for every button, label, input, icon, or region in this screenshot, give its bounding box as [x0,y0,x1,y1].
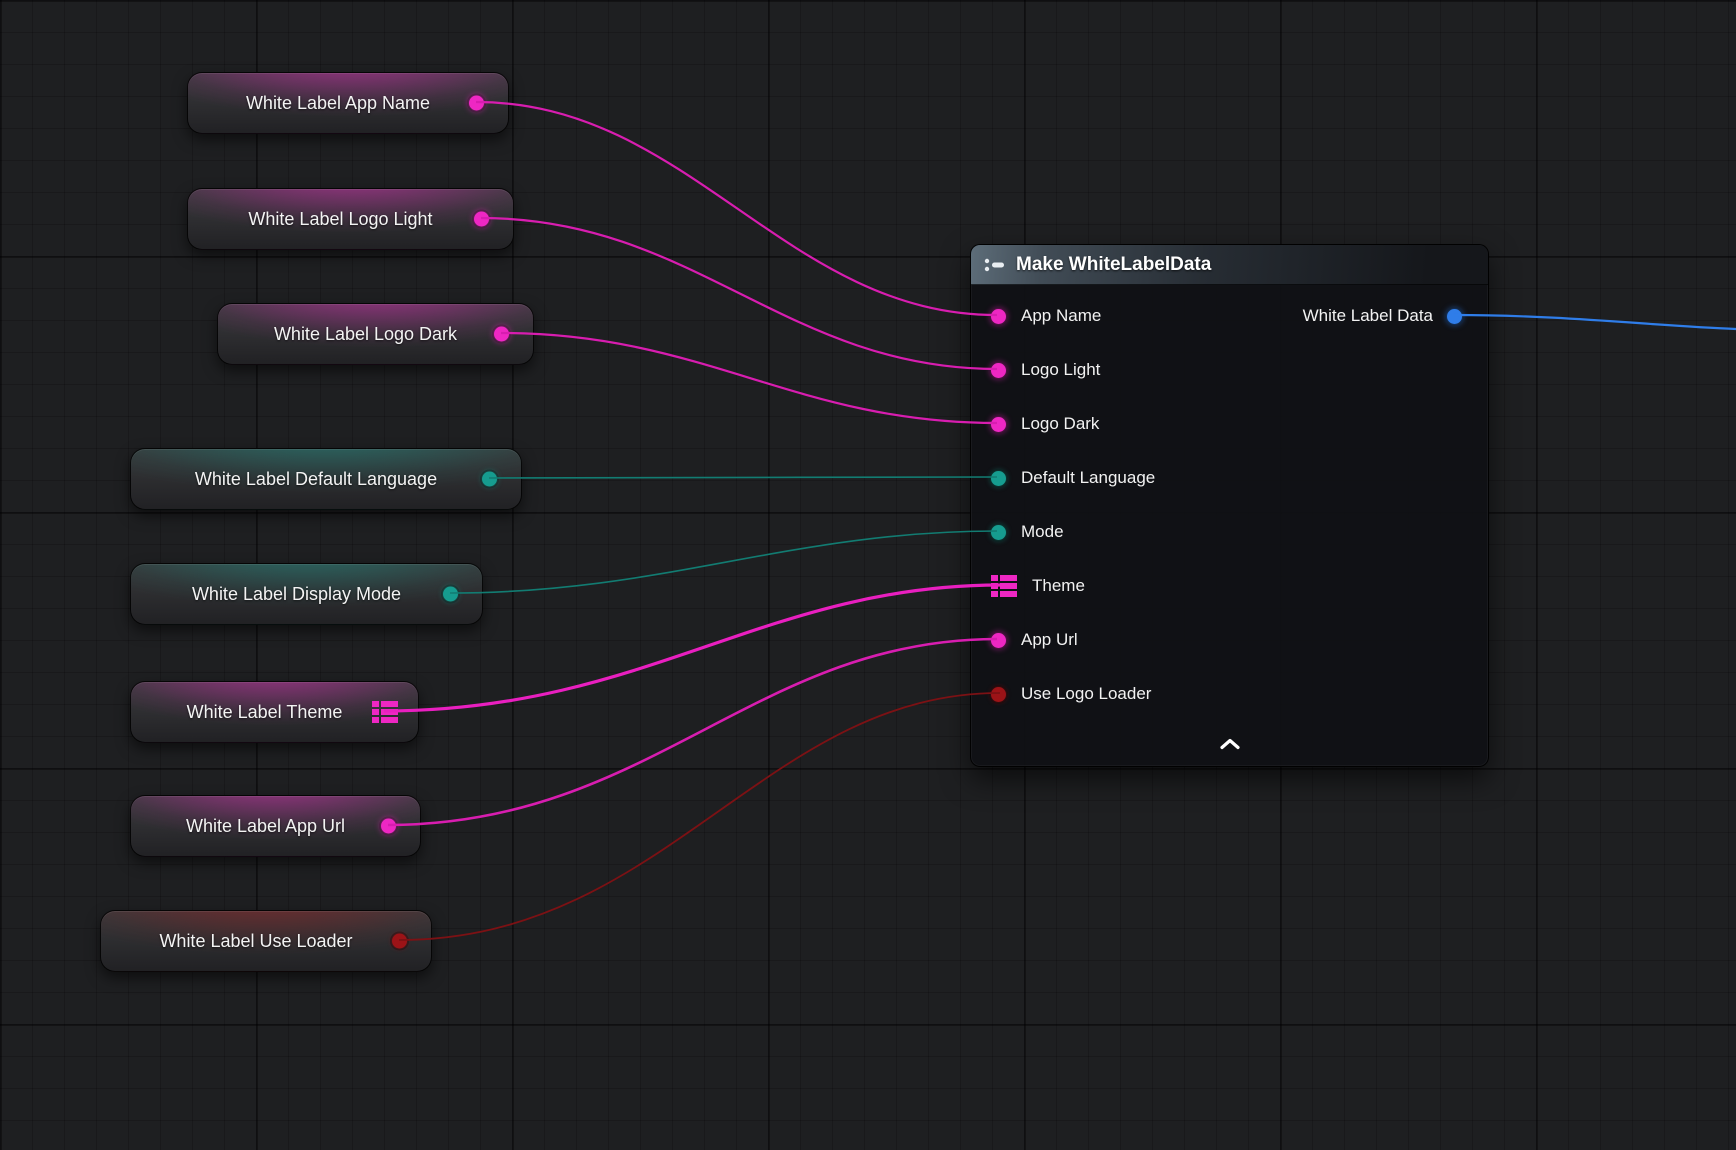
getter-node-label: White Label Theme [163,702,387,723]
wire-app-url[interactable] [388,639,997,825]
input-row-logo-light: Logo Light [991,355,1100,385]
input-row-app-url: App Url [991,625,1078,655]
getter-node-label: White Label Use Loader [135,931,396,952]
wire-mode[interactable] [450,531,997,593]
input-row-use-logo-loader: Use Logo Loader [991,679,1151,709]
input-pin-label: Logo Light [1021,360,1100,380]
input-pin-label: App Url [1021,630,1078,650]
wire-use-loader[interactable] [399,693,1000,940]
struct-grid-icon[interactable] [372,701,398,723]
getter-node-white-label-app-name[interactable]: White Label App Name [187,72,509,134]
struct-grid-icon[interactable] [991,575,1017,597]
input-row-logo-dark: Logo Dark [991,409,1099,439]
bool-output-pin[interactable] [392,934,407,949]
getter-node-white-label-theme[interactable]: White Label Theme [130,681,419,743]
string-input-pin[interactable] [991,363,1006,378]
string-output-pin[interactable] [469,96,484,111]
struct-output-pin-white-label-data[interactable] [1447,309,1462,324]
string-output-pin[interactable] [381,819,396,834]
input-pin-label: Use Logo Loader [1021,684,1151,704]
input-pin-label: Mode [1021,522,1064,542]
getter-node-label: White Label Default Language [171,469,481,490]
input-pin-label: Default Language [1021,468,1155,488]
output-row-white-label-data: White Label Data [1303,301,1462,331]
bool-input-pin[interactable] [991,687,1006,702]
getter-node-white-label-default-language[interactable]: White Label Default Language [130,448,522,510]
input-row-mode: Mode [991,517,1064,547]
wire-app-name[interactable] [476,102,997,315]
wire-white-label-data-output[interactable] [1454,315,1736,329]
wire-default-language[interactable] [489,477,997,478]
enum-input-pin[interactable] [991,525,1006,540]
getter-node-label: White Label App Name [222,93,474,114]
getter-node-white-label-logo-light[interactable]: White Label Logo Light [187,188,514,250]
input-row-app-name: App Name [991,301,1101,331]
node-header[interactable]: Make WhiteLabelData [971,245,1488,285]
enum-input-pin[interactable] [991,471,1006,486]
make-whitelabeldata-node[interactable]: Make WhiteLabelData White Label Data App… [970,244,1489,767]
input-pin-label: App Name [1021,306,1101,326]
wire-logo-dark[interactable] [501,333,997,423]
input-pin-label: Logo Dark [1021,414,1099,434]
getter-node-label: White Label Logo Light [224,209,476,230]
collapse-node-button[interactable] [971,731,1488,757]
string-output-pin[interactable] [474,212,489,227]
wire-logo-light[interactable] [481,218,997,369]
string-output-pin[interactable] [494,327,509,342]
getter-node-white-label-logo-dark[interactable]: White Label Logo Dark [217,303,534,365]
make-struct-icon [984,257,1006,273]
string-input-pin[interactable] [991,309,1006,324]
getter-node-white-label-app-url[interactable]: White Label App Url [130,795,421,857]
getter-node-label: White Label Display Mode [168,584,445,605]
enum-output-pin[interactable] [443,587,458,602]
string-input-pin[interactable] [991,417,1006,432]
string-input-pin[interactable] [991,633,1006,648]
node-title: Make WhiteLabelData [1016,254,1211,276]
enum-output-pin[interactable] [482,472,497,487]
getter-node-label: White Label Logo Dark [250,324,501,345]
output-pin-label: White Label Data [1303,306,1433,326]
getter-node-white-label-display-mode[interactable]: White Label Display Mode [130,563,483,625]
getter-node-label: White Label App Url [162,816,389,837]
chevron-up-icon [1219,738,1241,750]
getter-node-white-label-use-loader[interactable]: White Label Use Loader [100,910,432,972]
blueprint-graph-canvas[interactable]: White Label App Name White Label Logo Li… [0,0,1736,1150]
input-row-theme: Theme [991,571,1085,601]
input-pin-label: Theme [1032,576,1085,596]
input-row-default-language: Default Language [991,463,1155,493]
